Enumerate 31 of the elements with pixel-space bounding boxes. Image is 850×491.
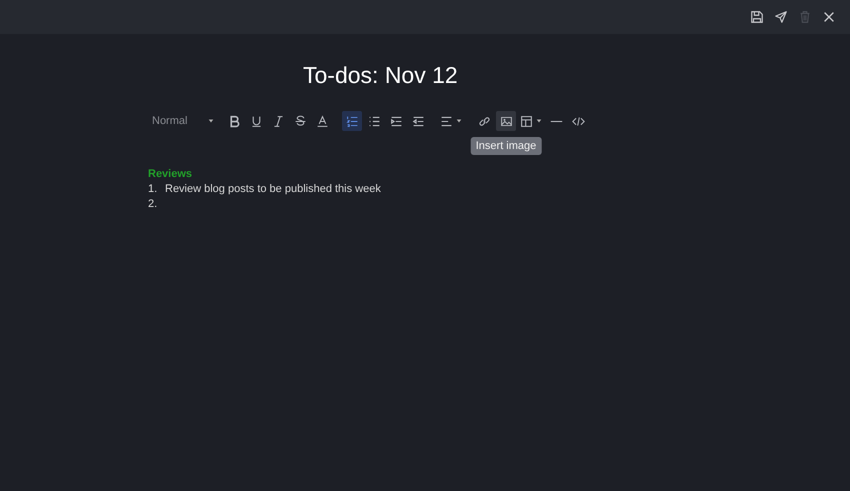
send-button[interactable] — [772, 8, 790, 26]
italic-icon — [272, 114, 284, 128]
align-icon — [440, 114, 453, 128]
save-icon — [750, 10, 764, 24]
table-icon — [520, 114, 533, 128]
numbered-list-button[interactable] — [342, 111, 362, 131]
text-style-dropdown[interactable]: Normal — [150, 115, 216, 127]
caret-icon — [536, 118, 542, 124]
caret-icon — [456, 118, 462, 124]
link-icon — [478, 114, 490, 128]
list-item-text: Review blog posts to be published this week — [165, 182, 381, 197]
outdent-icon — [412, 114, 424, 128]
save-button[interactable] — [748, 8, 766, 26]
code-icon — [572, 114, 584, 128]
tooltip: Insert image — [470, 137, 542, 155]
image-icon — [500, 114, 512, 128]
numbered-list-icon — [346, 114, 358, 128]
close-icon — [822, 10, 836, 24]
trash-icon — [798, 10, 812, 24]
indent-icon — [390, 114, 402, 128]
list-number: 1. — [148, 182, 158, 197]
section-heading: Reviews — [148, 167, 194, 182]
bold-icon — [228, 114, 240, 128]
note-title[interactable]: To-dos: Nov 12 — [303, 61, 708, 89]
text-color-icon — [316, 114, 328, 128]
list-number: 2. — [148, 197, 158, 212]
caret-icon — [208, 118, 214, 124]
send-icon — [774, 10, 788, 24]
underline-icon — [250, 114, 262, 128]
strikethrough-icon — [294, 114, 306, 128]
bullet-list-icon — [368, 114, 380, 128]
